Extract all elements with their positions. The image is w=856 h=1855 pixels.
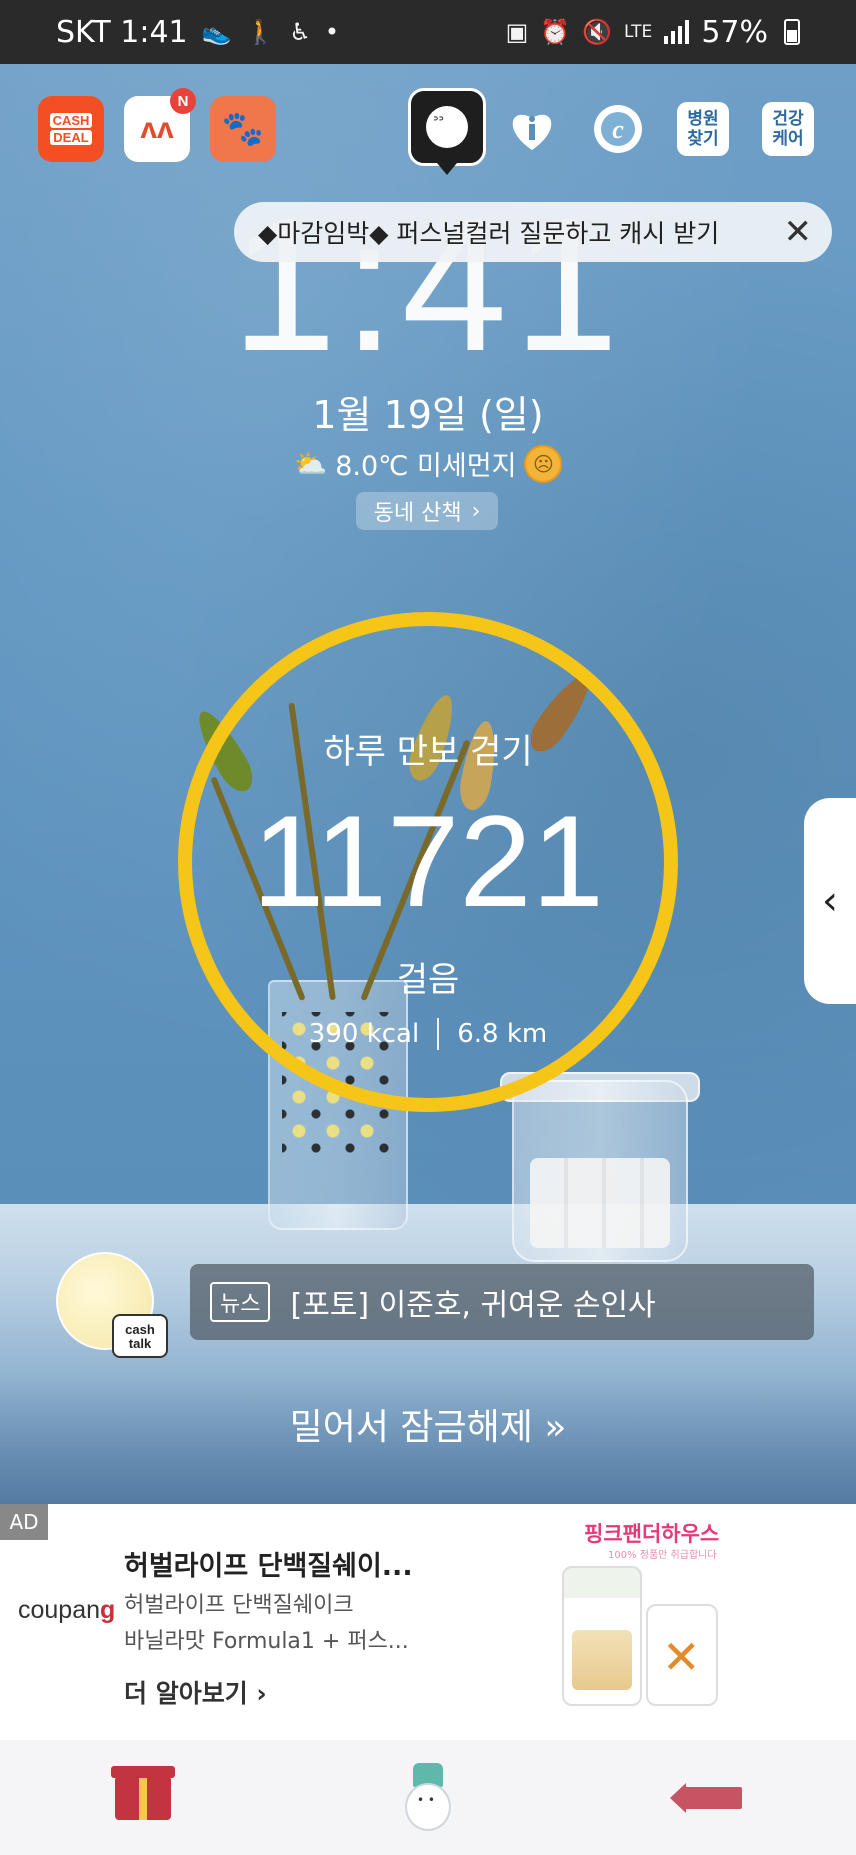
neighborhood-walk-button[interactable]: 동네 산책 › bbox=[356, 492, 498, 530]
cat-face-icon bbox=[426, 106, 468, 148]
hospital-label-1: 병원 bbox=[687, 109, 719, 129]
snowman-icon bbox=[404, 1762, 451, 1833]
cash-talk-label-1: cash bbox=[125, 1322, 155, 1337]
back-arrow-icon bbox=[670, 1782, 743, 1813]
network-type: LTE bbox=[624, 22, 653, 42]
ad-shop-sub: 100% 정품만 취급합니다 bbox=[608, 1550, 717, 1561]
info-heart-button[interactable] bbox=[506, 96, 558, 162]
health-care-button[interactable]: 건강 케어 bbox=[762, 102, 814, 156]
coin-c-icon: c bbox=[594, 105, 642, 153]
lock-theme-button[interactable] bbox=[408, 88, 486, 166]
air-quality-bad-icon: ☹ bbox=[524, 444, 563, 483]
cashdeal-app-button[interactable]: CASH DEAL bbox=[38, 96, 104, 162]
cash-coin-button[interactable]: c bbox=[592, 96, 644, 162]
dot-icon: • bbox=[324, 18, 340, 46]
weather-row: ⛅ 8.0℃ 미세먼지 ☹ bbox=[0, 444, 856, 483]
coupang-logo: coupang bbox=[18, 1596, 115, 1625]
product-protein-image[interactable] bbox=[646, 1604, 718, 1706]
notice-banner[interactable]: ◆마감임박◆ 퍼스널컬러 질문하고 캐시 받기 ✕ bbox=[234, 202, 832, 262]
walk-cash-icon: 🚶 bbox=[245, 18, 276, 46]
notice-banner-text[interactable]: ◆마감임박◆ 퍼스널컬러 질문하고 캐시 받기 bbox=[258, 214, 774, 250]
step-count: 11721 bbox=[252, 788, 604, 934]
snowman-button[interactable] bbox=[383, 1753, 473, 1843]
shoe-icon: 👟 bbox=[201, 18, 232, 46]
back-button[interactable] bbox=[668, 1753, 758, 1843]
shopping-app-button[interactable]: ʌʌ N bbox=[124, 88, 196, 162]
find-hospital-button[interactable]: 병원 찾기 bbox=[677, 102, 729, 156]
battery-percent: 57% bbox=[701, 14, 768, 50]
status-bar: SKT 1:41 👟 🚶 ♿ • ▣ ⏰ 🔇 LTE 57% bbox=[0, 0, 856, 64]
cashdeal-label-2: DEAL bbox=[50, 130, 92, 145]
ad-title[interactable]: 허벌라이프 단백질쉐이... bbox=[124, 1544, 413, 1583]
paw-icon: 🐾 bbox=[221, 110, 265, 148]
walk-chip-label: 동네 산책 bbox=[373, 501, 462, 526]
ad-shop-name: 핑크팬더하우스 bbox=[584, 1522, 720, 1546]
bottom-navigation bbox=[0, 1740, 856, 1855]
walking-person-icon: ♿ bbox=[289, 18, 311, 46]
news-tag: 뉴스 bbox=[210, 1282, 271, 1322]
info-heart-icon bbox=[512, 114, 552, 150]
partly-cloudy-icon: ⛅ bbox=[293, 448, 328, 480]
mute-icon: 🔇 bbox=[582, 18, 613, 46]
ad-banner[interactable]: AD coupang 허벌라이프 단백질쉐이... 허벌라이프 단백질쉐이크 바… bbox=[0, 1504, 856, 1740]
swipe-to-unlock[interactable]: 밀어서 잠금해제 » bbox=[0, 1398, 856, 1450]
stats-divider bbox=[437, 1018, 440, 1050]
ad-description: 허벌라이프 단백질쉐이크 바닐라맛 Formula1 + 퍼스... bbox=[124, 1588, 424, 1660]
cashdeal-label-1: CASH bbox=[49, 113, 93, 128]
gift-button[interactable] bbox=[98, 1753, 188, 1843]
glass-jar-image bbox=[512, 1080, 688, 1262]
coupang-logo-text-1: coupan bbox=[18, 1596, 101, 1624]
weather-text: 8.0℃ 미세먼지 bbox=[335, 451, 517, 482]
ad-label: AD bbox=[0, 1504, 48, 1540]
step-unit: 걸음 bbox=[396, 960, 460, 1000]
calories: 390 kcal bbox=[308, 1019, 420, 1049]
signal-icon bbox=[664, 20, 690, 44]
learn-more-link[interactable]: 더 알아보기 › bbox=[124, 1674, 267, 1710]
close-icon[interactable]: ✕ bbox=[784, 212, 813, 252]
gift-icon bbox=[110, 1765, 175, 1820]
snowman-body bbox=[404, 1782, 451, 1831]
product-shake-image[interactable] bbox=[562, 1566, 642, 1706]
cash-talk-avatar-button[interactable]: cash talk bbox=[56, 1252, 168, 1358]
chevron-left-icon: ‹ bbox=[822, 878, 838, 924]
svg-text:c: c bbox=[612, 115, 624, 144]
alarm-icon: ⏰ bbox=[540, 18, 571, 46]
sugar-cubes bbox=[530, 1158, 670, 1248]
chevron-right-icon: › bbox=[471, 498, 481, 524]
battery-saver-icon: ▣ bbox=[505, 18, 529, 46]
step-goal-title: 하루 만보 걷기 bbox=[323, 732, 533, 772]
news-ticker[interactable]: 뉴스 [포토] 이준호, 귀여운 손인사 bbox=[190, 1264, 814, 1340]
step-stats: 390 kcal 6.8 km bbox=[0, 1018, 856, 1050]
app-logo-icon: ʌʌ bbox=[140, 112, 174, 145]
health-label-2: 케어 bbox=[772, 129, 804, 149]
ad-desc-line-2: 바닐라맛 Formula1 + 퍼스... bbox=[124, 1629, 409, 1654]
lock-date: 1월 19일 (일) bbox=[312, 393, 544, 437]
battery-icon bbox=[784, 19, 800, 45]
carrier-time: SKT 1:41 bbox=[56, 14, 188, 50]
new-badge: N bbox=[170, 88, 196, 114]
cash-talk-bubble: cash talk bbox=[112, 1314, 168, 1358]
coupang-logo-text-2: g bbox=[100, 1596, 116, 1624]
paw-c-app-button[interactable]: 🐾 bbox=[210, 96, 276, 162]
distance: 6.8 km bbox=[457, 1019, 548, 1049]
health-label-1: 건강 bbox=[772, 109, 804, 129]
news-headline[interactable]: [포토] 이준호, 귀여운 손인사 bbox=[290, 1280, 655, 1324]
side-panel-handle[interactable]: ‹ bbox=[804, 798, 856, 1004]
ad-desc-line-1: 허벌라이프 단백질쉐이크 bbox=[124, 1593, 354, 1618]
cash-talk-label-2: talk bbox=[128, 1336, 152, 1351]
hospital-label-2: 찾기 bbox=[687, 129, 719, 149]
